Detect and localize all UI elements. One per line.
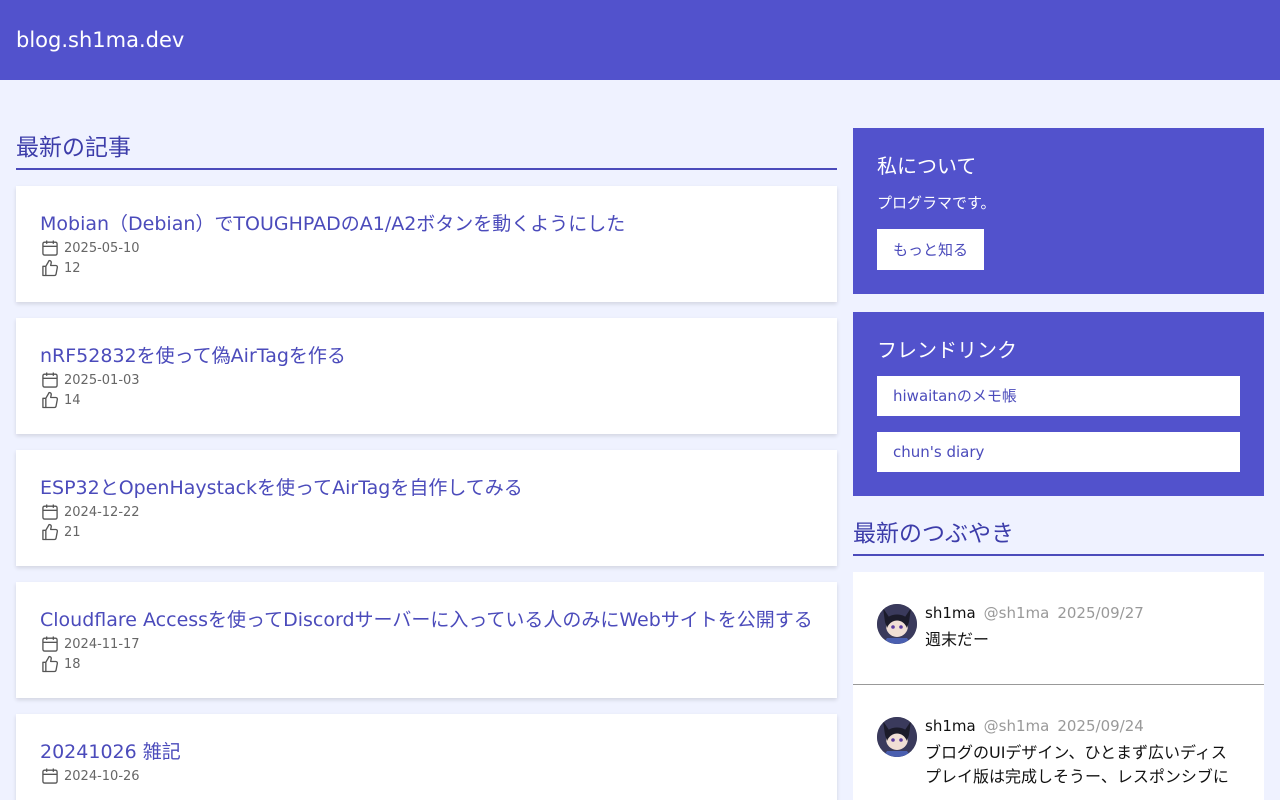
tweet-list: sh1ma @sh1ma 2025/09/27 週末だー sh1ma @sh1m…	[853, 572, 1264, 800]
avatar[interactable]	[877, 604, 917, 644]
tweet-author-name[interactable]: sh1ma	[925, 604, 976, 622]
latest-articles-heading: 最新の記事	[16, 128, 837, 170]
article-likes-count: 21	[64, 524, 81, 540]
article-title-link[interactable]: nRF52832を使って偽AirTagを作る	[40, 342, 813, 370]
article-likes-count: 14	[64, 392, 81, 408]
calendar-icon	[42, 768, 58, 784]
article-date-text: 2024-12-22	[64, 504, 140, 520]
about-panel: 私について プログラマです。 もっと知る	[853, 128, 1264, 294]
avatar-image	[877, 717, 917, 757]
tweet-header: sh1ma @sh1ma 2025/09/24	[925, 717, 1240, 741]
friend-link-list: hiwaitanのメモ帳 chun's diary	[877, 376, 1240, 472]
avatar-image	[877, 604, 917, 644]
friend-links-panel: フレンドリンク hiwaitanのメモ帳 chun's diary	[853, 312, 1264, 496]
article-card: Mobian（Debian）でTOUGHPADのA1/A2ボタンを動くようにした…	[16, 186, 837, 302]
tweet-text: ブログのUIデザイン、ひとまず広いディスプレイ版は完成しそうー、レスポンシブに	[925, 743, 1229, 786]
article-likes: 18	[40, 654, 813, 674]
thumbs-up-icon	[42, 259, 59, 277]
friend-links-title: フレンドリンク	[877, 338, 1017, 362]
article-title-link[interactable]: Mobian（Debian）でTOUGHPADのA1/A2ボタンを動くようにした	[40, 210, 813, 238]
thumbs-up-icon	[42, 391, 59, 409]
about-text: プログラマです。	[877, 194, 996, 212]
tweet-text: 週末だー	[925, 630, 990, 649]
article-date: 2025-05-10	[40, 238, 813, 258]
article-card: Cloudflare Accessを使ってDiscordサーバーに入っている人の…	[16, 582, 837, 698]
article-title-link[interactable]: Cloudflare Accessを使ってDiscordサーバーに入っている人の…	[40, 606, 813, 634]
article-title-link[interactable]: ESP32とOpenHaystackを使ってAirTagを自作してみる	[40, 474, 813, 502]
calendar-icon	[42, 636, 58, 652]
article-date: 2024-11-17	[40, 634, 813, 654]
latest-tweets-heading: 最新のつぶやき	[853, 514, 1264, 556]
article-card: ESP32とOpenHaystackを使ってAirTagを自作してみる 2024…	[16, 450, 837, 566]
tweet-date[interactable]: 2025/09/27	[1057, 604, 1143, 622]
article-likes-count: 18	[64, 656, 81, 672]
tweet-body: sh1ma @sh1ma 2025/09/24 ブログのUIデザイン、ひとまず広…	[925, 717, 1240, 789]
article-date-text: 2024-11-17	[64, 636, 140, 652]
article-list: Mobian（Debian）でTOUGHPADのA1/A2ボタンを動くようにした…	[16, 186, 837, 800]
calendar-icon	[42, 372, 58, 388]
tweet-author-handle[interactable]: @sh1ma	[984, 604, 1050, 622]
tweet-item: sh1ma @sh1ma 2025/09/24 ブログのUIデザイン、ひとまず広…	[853, 685, 1264, 800]
calendar-icon	[42, 240, 58, 256]
site-header: blog.sh1ma.dev	[0, 0, 1280, 80]
learn-more-button[interactable]: もっと知る	[877, 229, 985, 270]
tweet-body: sh1ma @sh1ma 2025/09/27 週末だー	[925, 604, 1240, 652]
article-date: 2024-12-22	[40, 502, 813, 522]
about-title: 私について	[877, 154, 977, 178]
article-date-text: 2025-01-03	[64, 372, 140, 388]
tweet-header: sh1ma @sh1ma 2025/09/27	[925, 604, 1240, 628]
friend-link-hiwaitan[interactable]: hiwaitanのメモ帳	[877, 376, 1240, 416]
article-date-text: 2025-05-10	[64, 240, 140, 256]
article-date: 2025-01-03	[40, 370, 813, 390]
tweet-author-name[interactable]: sh1ma	[925, 717, 976, 735]
friend-link-chun[interactable]: chun's diary	[877, 432, 1240, 472]
tweet-author-handle[interactable]: @sh1ma	[984, 717, 1050, 735]
avatar[interactable]	[877, 717, 917, 757]
article-card: 20241026 雑記 2024-10-26	[16, 714, 837, 800]
tweet-item: sh1ma @sh1ma 2025/09/27 週末だー	[853, 572, 1264, 685]
article-date: 2024-10-26	[40, 766, 813, 786]
thumbs-up-icon	[42, 523, 59, 541]
sidebar: 私について プログラマです。 もっと知る フレンドリンク hiwaitanのメモ…	[853, 128, 1264, 800]
thumbs-up-icon	[42, 655, 59, 673]
article-likes: 21	[40, 522, 813, 542]
article-title-link[interactable]: 20241026 雑記	[40, 738, 813, 766]
article-date-text: 2024-10-26	[64, 768, 140, 784]
main-content: 最新の記事 Mobian（Debian）でTOUGHPADのA1/A2ボタンを動…	[16, 128, 837, 800]
site-title-link[interactable]: blog.sh1ma.dev	[16, 28, 184, 52]
article-likes: 14	[40, 390, 813, 410]
article-likes: 12	[40, 258, 813, 278]
article-likes-count: 12	[64, 260, 81, 276]
article-card: nRF52832を使って偽AirTagを作る 2025-01-03 14	[16, 318, 837, 434]
calendar-icon	[42, 504, 58, 520]
tweet-date[interactable]: 2025/09/24	[1057, 717, 1143, 735]
